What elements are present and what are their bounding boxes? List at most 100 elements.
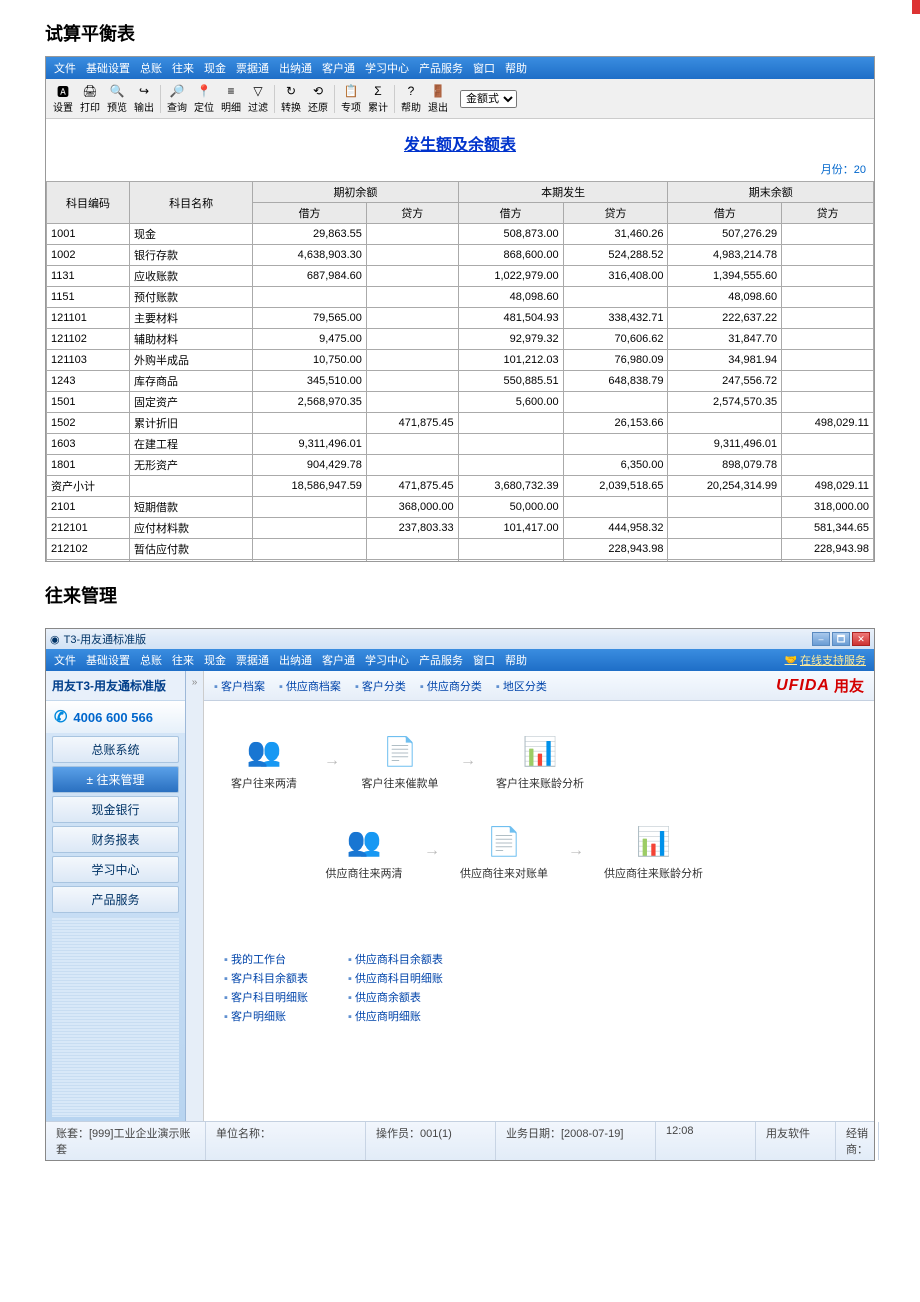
phone-number: 4006 600 566 xyxy=(73,710,153,725)
table-row[interactable]: 121102辅助材料9,475.0092,979.3270,606.6231,8… xyxy=(47,329,874,350)
phone-icon: ✆ xyxy=(54,707,67,727)
tbtn-还原[interactable]: ⟲还原 xyxy=(305,81,331,116)
ql-供应商明细账[interactable]: 供应商明细账 xyxy=(348,1008,443,1024)
tbtn-过滤[interactable]: ▽过滤 xyxy=(245,81,271,116)
nav-往来管理[interactable]: 往来管理 xyxy=(52,766,179,793)
menu-票据通[interactable]: 票据通 xyxy=(236,60,269,76)
section1-title: 试算平衡表 xyxy=(0,0,920,56)
maximize-button[interactable]: 🗖 xyxy=(832,632,850,646)
table-row[interactable]: 1001现金29,863.55508,873.0031,460.26507,27… xyxy=(47,224,874,245)
menu2-帮助[interactable]: 帮助 xyxy=(505,652,527,668)
flow-客户往来账龄分析[interactable]: 📊客户往来账龄分析 xyxy=(496,731,584,791)
menu2-票据通[interactable]: 票据通 xyxy=(236,652,269,668)
arrow-icon: → xyxy=(424,842,440,860)
menu2-客户通[interactable]: 客户通 xyxy=(322,652,355,668)
menu2-窗口[interactable]: 窗口 xyxy=(473,652,495,668)
minimize-button[interactable]: – xyxy=(812,632,830,646)
ql-供应商科目明细账[interactable]: 供应商科目明细账 xyxy=(348,970,443,986)
menu-帮助[interactable]: 帮助 xyxy=(505,60,527,76)
handshake-icon: 🤝 xyxy=(785,655,797,666)
menu-窗口[interactable]: 窗口 xyxy=(473,60,495,76)
flow-客户往来催款单[interactable]: 📄客户往来催款单 xyxy=(360,731,440,791)
专项-icon: 📋 xyxy=(343,83,359,99)
table-row[interactable]: 212102暂估应付款228,943.98228,943.98 xyxy=(47,539,874,560)
tbtn-明细[interactable]: ≡明细 xyxy=(218,81,244,116)
menu-总账[interactable]: 总账 xyxy=(140,60,162,76)
nav-现金银行[interactable]: 现金银行 xyxy=(52,796,179,823)
flow-icon: 📊 xyxy=(634,821,674,861)
menu-学习中心[interactable]: 学习中心 xyxy=(365,60,409,76)
ql-客户科目明细账[interactable]: 客户科目明细账 xyxy=(224,989,308,1005)
table-row[interactable]: 1502累计折旧471,875.4526,153.66498,029.11 xyxy=(47,413,874,434)
ql-我的工作台[interactable]: 我的工作台 xyxy=(224,951,308,967)
report-title-link[interactable]: 发生额及余额表 xyxy=(404,137,516,154)
table-row[interactable]: 121101主要材料79,565.00481,504.93338,432.712… xyxy=(47,308,874,329)
menu-文件[interactable]: 文件 xyxy=(54,60,76,76)
flow-供应商往来账龄分析[interactable]: 📊供应商往来账龄分析 xyxy=(604,821,703,881)
toolbar1: 🅰设置🖨打印🔍预览↪输出 🔎查询📍定位≡明细▽过滤 ↻转换⟲还原 📋专项Σ累计 ?帮助🚪… xyxy=(46,79,874,119)
nav-财务报表[interactable]: 财务报表 xyxy=(52,826,179,853)
ql-供应商余额表[interactable]: 供应商余额表 xyxy=(348,989,443,1005)
sidebar-toggle[interactable]: » xyxy=(186,671,204,1121)
menu2-出纳通[interactable]: 出纳通 xyxy=(279,652,312,668)
menu-客户通[interactable]: 客户通 xyxy=(322,60,355,76)
tbtn-退出[interactable]: 🚪退出 xyxy=(425,81,451,116)
close-button[interactable]: ✕ xyxy=(852,632,870,646)
table-row[interactable]: 1501固定资产2,568,970.355,600.002,574,570.35 xyxy=(47,392,874,413)
table-row[interactable]: 2131预收账款382,192.00382,192.00 xyxy=(47,560,874,562)
tbtn-定位[interactable]: 📍定位 xyxy=(191,81,217,116)
tab-供应商档案[interactable]: 供应商档案 xyxy=(279,678,341,694)
menu-往来[interactable]: 往来 xyxy=(172,60,194,76)
menu2-产品服务[interactable]: 产品服务 xyxy=(419,652,463,668)
col-sub: 借方 xyxy=(253,203,367,224)
table-row[interactable]: 1801无形资产904,429.786,350.00898,079.78 xyxy=(47,455,874,476)
table-row[interactable]: 1131应收账款687,984.601,022,979.00316,408.00… xyxy=(47,266,874,287)
col-sub: 借方 xyxy=(458,203,563,224)
tbtn-专项[interactable]: 📋专项 xyxy=(338,81,364,116)
menu2-总账[interactable]: 总账 xyxy=(140,652,162,668)
menu2-往来[interactable]: 往来 xyxy=(172,652,194,668)
flow-供应商往来两清[interactable]: 👥供应商往来两清 xyxy=(324,821,404,881)
tab-地区分类[interactable]: 地区分类 xyxy=(496,678,547,694)
tbtn-转换[interactable]: ↻转换 xyxy=(278,81,304,116)
tbtn-设置[interactable]: 🅰设置 xyxy=(50,81,76,116)
format-dropdown[interactable]: 金额式 xyxy=(460,90,517,108)
table-row[interactable]: 资产小计18,586,947.59471,875.453,680,732.392… xyxy=(47,476,874,497)
menu2-文件[interactable]: 文件 xyxy=(54,652,76,668)
帮助-icon: ? xyxy=(403,83,419,99)
table-row[interactable]: 2101短期借款368,000.0050,000.00318,000.00 xyxy=(47,497,874,518)
arrow-icon: → xyxy=(324,752,340,770)
tab-客户分类[interactable]: 客户分类 xyxy=(355,678,406,694)
table-row[interactable]: 1603在建工程9,311,496.019,311,496.01 xyxy=(47,434,874,455)
ql-客户明细账[interactable]: 客户明细账 xyxy=(224,1008,308,1024)
tbtn-打印[interactable]: 🖨打印 xyxy=(77,81,103,116)
menu-现金[interactable]: 现金 xyxy=(204,60,226,76)
ql-供应商科目余额表[interactable]: 供应商科目余额表 xyxy=(348,951,443,967)
table-row[interactable]: 1002银行存款4,638,903.30868,600.00524,288.52… xyxy=(47,245,874,266)
arrow-icon: → xyxy=(568,842,584,860)
tbtn-输出[interactable]: ↪输出 xyxy=(131,81,157,116)
nav-总账系统[interactable]: 总账系统 xyxy=(52,736,179,763)
menu-产品服务[interactable]: 产品服务 xyxy=(419,60,463,76)
menu-基础设置[interactable]: 基础设置 xyxy=(86,60,130,76)
table-row[interactable]: 1151预付账款48,098.6048,098.60 xyxy=(47,287,874,308)
tbtn-帮助[interactable]: ?帮助 xyxy=(398,81,424,116)
flow-客户往来两清[interactable]: 👥客户往来两清 xyxy=(224,731,304,791)
table-row[interactable]: 121103外购半成品10,750.00101,212.0376,980.093… xyxy=(47,350,874,371)
menu2-基础设置[interactable]: 基础设置 xyxy=(86,652,130,668)
nav-学习中心[interactable]: 学习中心 xyxy=(52,856,179,883)
table-row[interactable]: 1243库存商品345,510.00550,885.51648,838.7924… xyxy=(47,371,874,392)
ql-客户科目余额表[interactable]: 客户科目余额表 xyxy=(224,970,308,986)
table-row[interactable]: 212101应付材料款237,803.33101,417.00444,958.3… xyxy=(47,518,874,539)
tbtn-查询[interactable]: 🔎查询 xyxy=(164,81,190,116)
tbtn-预览[interactable]: 🔍预览 xyxy=(104,81,130,116)
tbtn-累计[interactable]: Σ累计 xyxy=(365,81,391,116)
tab-客户档案[interactable]: 客户档案 xyxy=(214,678,265,694)
tab-供应商分类[interactable]: 供应商分类 xyxy=(420,678,482,694)
menu2-现金[interactable]: 现金 xyxy=(204,652,226,668)
menu2-学习中心[interactable]: 学习中心 xyxy=(365,652,409,668)
nav-产品服务[interactable]: 产品服务 xyxy=(52,886,179,913)
flow-供应商往来对账单[interactable]: 📄供应商往来对账单 xyxy=(460,821,548,881)
online-support-link[interactable]: 🤝 在线支持服务 xyxy=(785,652,866,668)
menu-出纳通[interactable]: 出纳通 xyxy=(279,60,312,76)
